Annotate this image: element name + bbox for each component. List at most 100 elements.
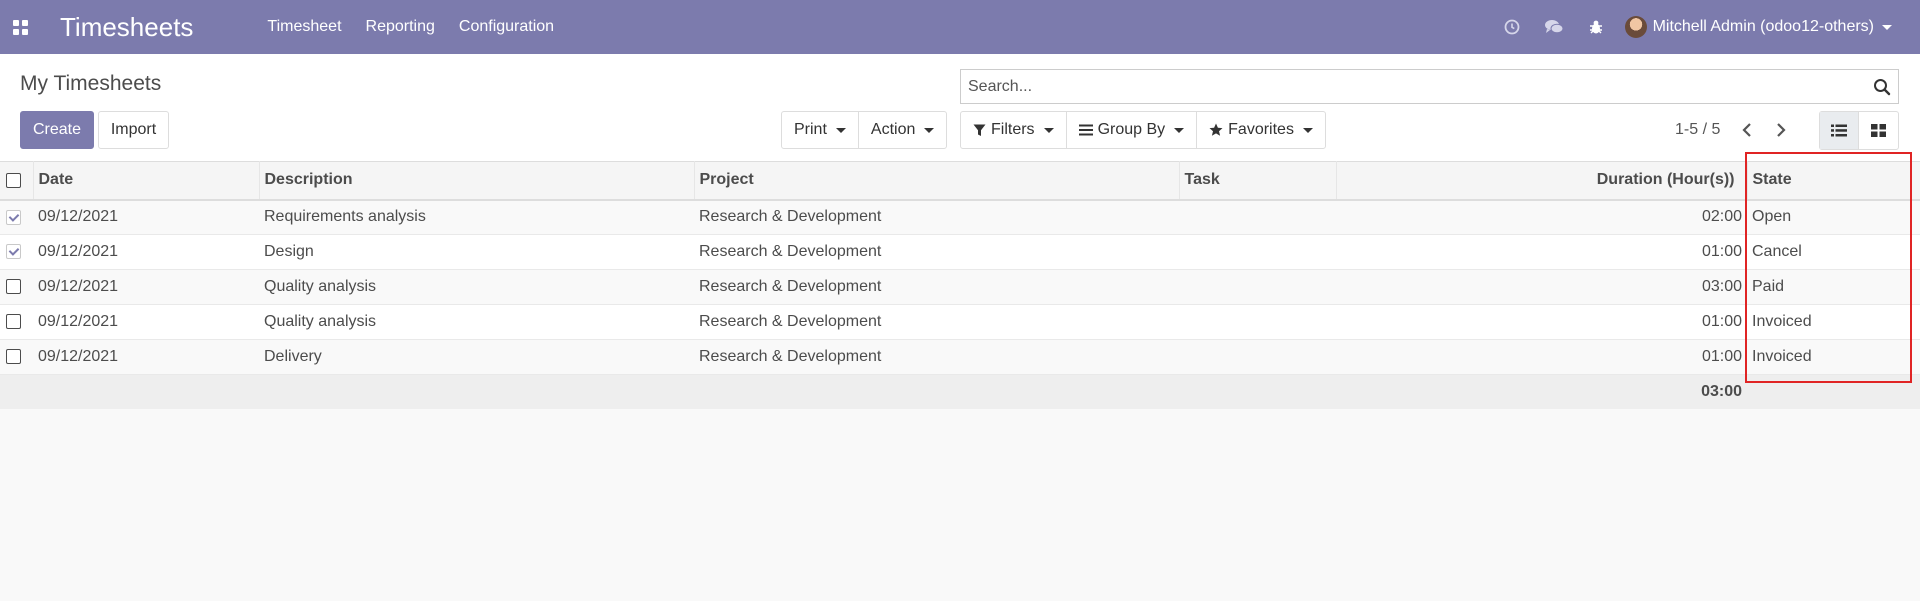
pager-next-icon[interactable]: [1767, 118, 1795, 142]
list-view-icon[interactable]: [1820, 112, 1859, 149]
kanban-view-icon[interactable]: [1859, 112, 1898, 149]
avatar: [1624, 16, 1647, 38]
action-dropdown[interactable]: Action: [859, 112, 946, 148]
print-dropdown[interactable]: Print: [782, 112, 859, 148]
user-menu[interactable]: Mitchell Admin (odoo12-others): [1617, 0, 1920, 54]
select-all-checkbox[interactable]: [6, 172, 21, 188]
cell-task: [1179, 200, 1336, 235]
cell-project: Research & Development: [699, 278, 882, 295]
top-navbar: Timesheets Timesheet Reporting Configura…: [0, 0, 1920, 54]
create-button[interactable]: Create: [20, 111, 94, 149]
view-switcher: [1819, 111, 1899, 150]
menu-item-configuration[interactable]: Configuration: [447, 0, 566, 54]
row-checkbox[interactable]: [6, 314, 21, 330]
chevron-down-icon: [1302, 127, 1313, 133]
column-header-duration[interactable]: Duration (Hour(s)): [1336, 161, 1748, 200]
bug-icon[interactable]: [1575, 0, 1617, 54]
cell-state: Invoiced: [1752, 313, 1812, 330]
cell-task: [1179, 305, 1336, 340]
cell-date: 09/12/2021: [38, 278, 119, 295]
timesheet-list: Date Description Project Task Duration (…: [0, 161, 1920, 409]
chevron-down-icon: [835, 127, 846, 133]
cell-state: Paid: [1752, 278, 1785, 295]
cell-task: [1179, 340, 1336, 375]
row-checkbox[interactable]: [6, 244, 21, 260]
cell-state: Invoiced: [1752, 348, 1812, 365]
clock-icon[interactable]: [1491, 0, 1533, 54]
favorites-label: Favorites: [1228, 121, 1294, 138]
table-row[interactable]: 09/12/2021 Requirements analysis Researc…: [0, 199, 1920, 235]
search-input[interactable]: [961, 70, 1866, 103]
groupby-dropdown[interactable]: Group By: [1067, 112, 1198, 148]
search-bar: [960, 69, 1899, 104]
select-all-cell: [0, 161, 34, 200]
row-select-cell: [0, 270, 33, 305]
cell-description: Quality analysis: [264, 313, 377, 330]
chevron-down-icon: [1882, 24, 1892, 30]
control-panel: My Timesheets Create Import Print Action…: [0, 54, 1920, 162]
cell-description: Requirements analysis: [264, 208, 426, 226]
cell-state: Open: [1752, 208, 1792, 226]
row-select-cell: [0, 305, 33, 340]
chevron-down-icon: [1174, 127, 1185, 133]
row-checkbox[interactable]: [6, 279, 21, 295]
column-header-state[interactable]: State: [1747, 162, 1920, 200]
column-header-description[interactable]: Description: [259, 161, 695, 200]
cell-description: Quality analysis: [264, 278, 377, 295]
column-header-date[interactable]: Date: [33, 161, 260, 200]
cell-date: 09/12/2021: [38, 208, 119, 226]
cell-duration: 01:00: [1701, 348, 1742, 365]
filters-dropdown[interactable]: Filters: [961, 112, 1067, 148]
table-row[interactable]: 09/12/2021 Delivery Research & Developme…: [0, 339, 1920, 375]
cell-description: Delivery: [264, 348, 322, 365]
breadcrumb: My Timesheets: [20, 72, 162, 95]
row-checkbox[interactable]: [6, 209, 21, 225]
row-select-cell: [0, 340, 33, 375]
cell-project: Research & Development: [699, 348, 882, 365]
cell-task: [1179, 235, 1336, 270]
pager-previous-icon[interactable]: [1733, 118, 1761, 142]
total-duration: 03:00: [1701, 382, 1742, 400]
print-action-group: Print Action: [781, 111, 948, 149]
table-footer: 03:00: [0, 374, 1920, 409]
chat-icon[interactable]: [1533, 0, 1575, 54]
menu-item-timesheet[interactable]: Timesheet: [255, 0, 353, 54]
cell-duration: 03:00: [1701, 278, 1742, 295]
favorites-dropdown[interactable]: Favorites: [1197, 112, 1325, 148]
action-label: Action: [870, 121, 916, 138]
table-row[interactable]: 09/12/2021 Quality analysis Research & D…: [0, 269, 1920, 305]
chevron-down-icon: [1043, 127, 1054, 133]
cell-task: [1179, 270, 1336, 305]
cell-date: 09/12/2021: [38, 313, 119, 330]
filters-label: Filters: [991, 121, 1035, 138]
cell-date: 09/12/2021: [38, 348, 119, 365]
cell-duration: 02:00: [1701, 208, 1742, 226]
timesheet-table: Date Description Project Task Duration (…: [0, 161, 1920, 409]
column-header-task[interactable]: Task: [1179, 161, 1337, 200]
systray: Mitchell Admin (odoo12-others): [1491, 0, 1920, 54]
star-icon: [1209, 123, 1223, 137]
column-header-project[interactable]: Project: [694, 161, 1180, 200]
cell-project: Research & Development: [699, 208, 882, 226]
row-checkbox[interactable]: [6, 349, 21, 365]
cell-project: Research & Development: [699, 313, 882, 330]
search-options-group: Filters Group By Favorites: [960, 111, 1326, 149]
menu-item-reporting[interactable]: Reporting: [354, 0, 447, 54]
row-select-cell: [0, 200, 33, 235]
cell-project: Research & Development: [699, 243, 882, 260]
table-row[interactable]: 09/12/2021 Quality analysis Research & D…: [0, 304, 1920, 340]
import-button[interactable]: Import: [98, 111, 169, 149]
table-row[interactable]: 09/12/2021 Design Research & Development…: [0, 234, 1920, 270]
bars-icon: [1078, 124, 1093, 136]
chevron-down-icon: [924, 127, 935, 133]
pager-value[interactable]: 1-5 / 5: [1675, 121, 1720, 139]
apps-menu-icon[interactable]: [0, 0, 40, 54]
table-header: Date Description Project Task Duration (…: [0, 161, 1920, 200]
cell-date: 09/12/2021: [38, 243, 119, 260]
cell-state: Cancel: [1752, 243, 1802, 260]
cell-description: Design: [264, 243, 314, 260]
main-menu: Timesheet Reporting Configuration: [255, 0, 566, 54]
search-icon[interactable]: [1866, 70, 1898, 103]
app-title: Timesheets: [60, 11, 194, 42]
cell-duration: 01:00: [1701, 313, 1742, 330]
